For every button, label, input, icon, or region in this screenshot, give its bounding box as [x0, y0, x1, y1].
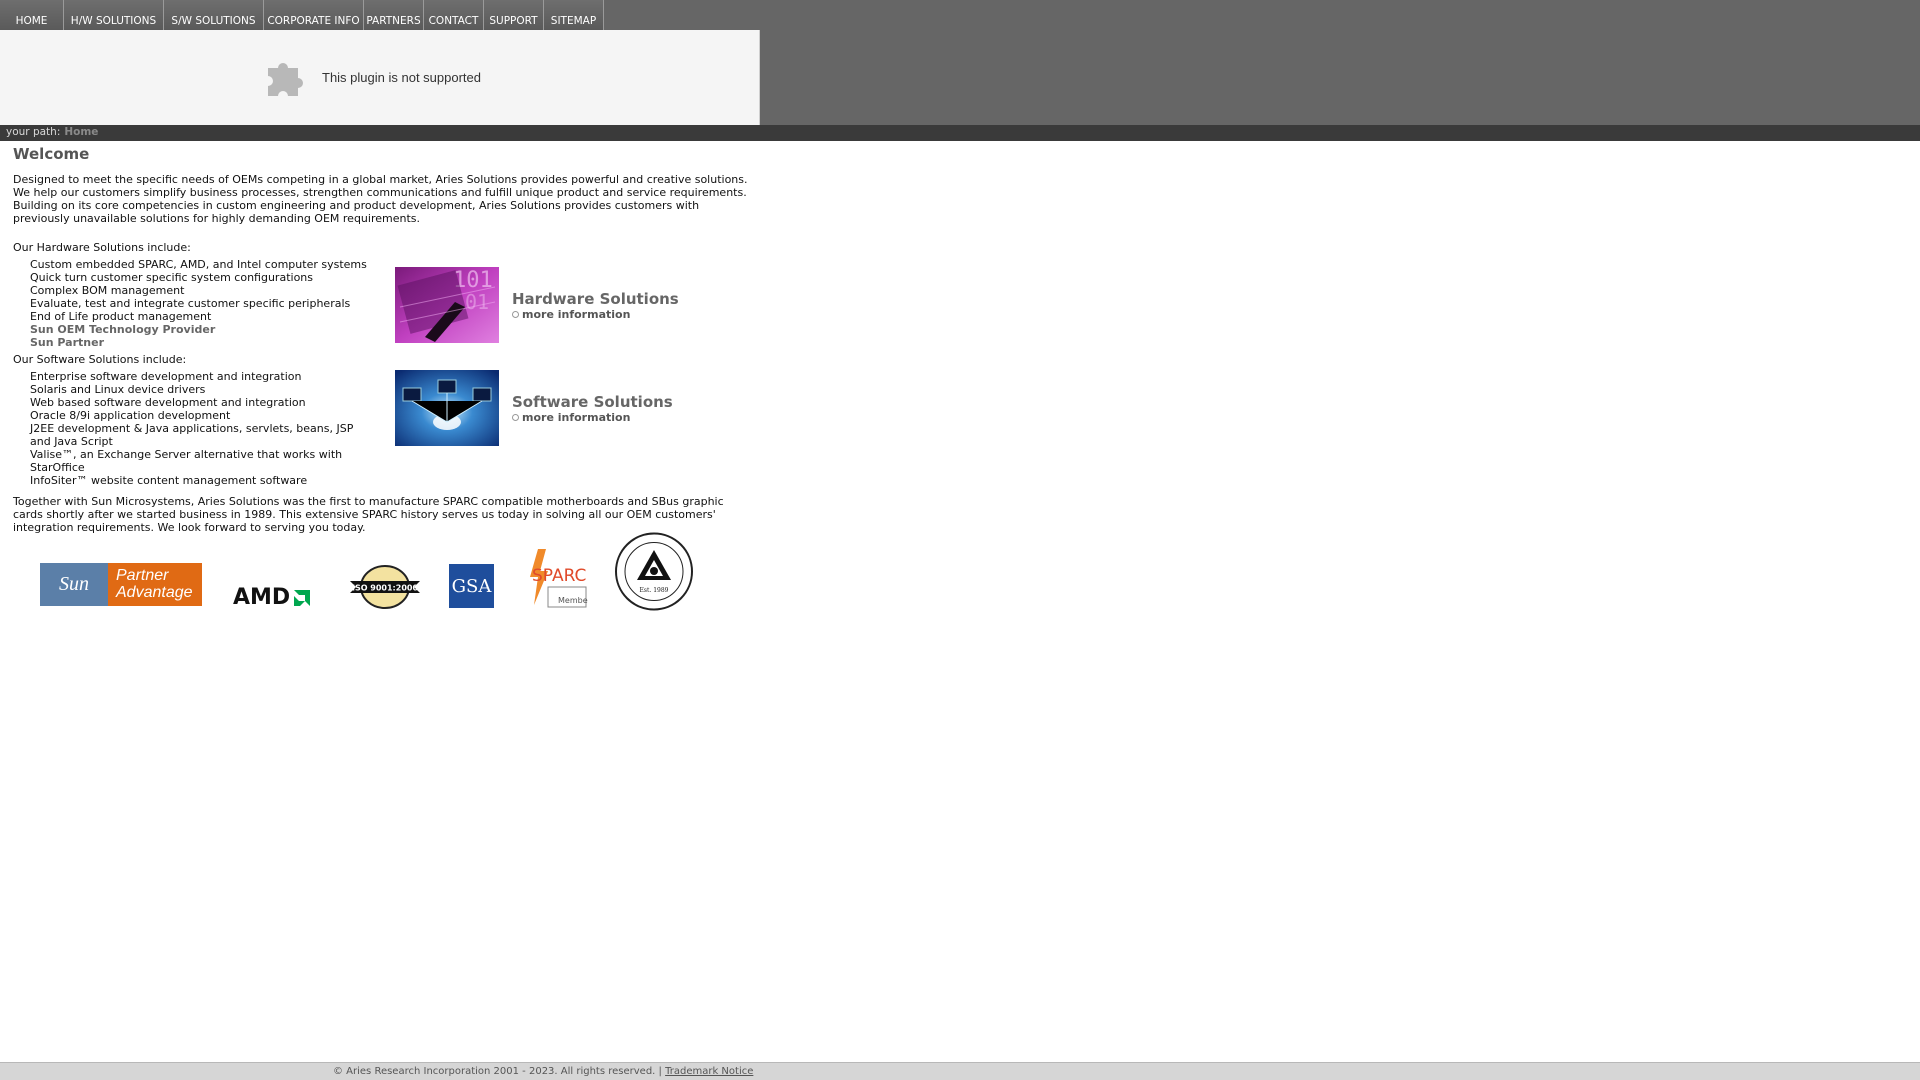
nav-home[interactable]: HOME	[0, 0, 64, 30]
main-content: Welcome Designed to meet the specific ne…	[13, 143, 758, 534]
sparc-member-text: Member	[558, 596, 588, 605]
plugin-message: This plugin is not supported	[322, 70, 481, 85]
list-item: End of Life product management	[30, 310, 212, 323]
seal-year-text: Est. 1989	[640, 587, 669, 594]
footer: © Aries Research Incorporation 2001 - 20…	[0, 1062, 1920, 1080]
software-list: Enterprise software development and inte…	[13, 370, 373, 487]
list-item: InfoSiter™ website content management so…	[30, 474, 308, 487]
sparc-member-logo[interactable]: SPARC Member	[524, 545, 588, 609]
top-banner: HOME H/W SOLUTIONS S/W SOLUTIONS CORPORA…	[0, 0, 1920, 125]
page-title: Welcome	[13, 145, 90, 163]
hardware-promo-title[interactable]: Hardware Solutions	[512, 290, 679, 308]
sun-logo-text-line: Advantage	[116, 584, 193, 601]
organization-seal-logo[interactable]: Est. 1989	[613, 532, 695, 611]
nav-contact[interactable]: CONTACT	[424, 0, 484, 30]
list-item: Evaluate, test and integrate customer sp…	[30, 297, 351, 310]
iso-logo-text: ISO 9001:2000	[352, 584, 418, 593]
sun-logo-text-line: Partner	[116, 567, 169, 584]
list-item: J2EE development & Java applications, se…	[30, 422, 354, 448]
puzzle-piece-icon	[268, 63, 303, 96]
hardware-heading: Our Hardware Solutions include:	[13, 241, 191, 254]
list-item: Valise™, an Exchange Server alternative …	[30, 448, 343, 474]
list-item: Web based software development and integ…	[30, 396, 306, 409]
iso-certification-logo[interactable]: ISO 9001:2000	[348, 564, 422, 610]
plugin-placeholder: This plugin is not supported	[0, 30, 760, 125]
breadcrumb-label: your path:	[6, 126, 61, 138]
list-item: Quick turn customer specific system conf…	[30, 271, 313, 284]
main-nav: HOME H/W SOLUTIONS S/W SOLUTIONS CORPORA…	[0, 0, 604, 30]
nav-sitemap[interactable]: SITEMAP	[544, 0, 604, 30]
closing-paragraph: Together with Sun Microsystems, Aries So…	[13, 495, 724, 534]
hardware-promo-image[interactable]: 101 01	[395, 267, 499, 343]
intro-paragraph: Designed to meet the specific needs of O…	[13, 173, 748, 225]
list-item-link[interactable]: Sun Partner	[30, 336, 373, 349]
amd-logo-text: AMD	[233, 585, 291, 610]
gsa-logo-text: GSA	[451, 575, 492, 597]
hardware-more-link[interactable]: more information	[512, 308, 630, 321]
copyright-text: © Aries Research Incorporation 2001 - 20…	[333, 1066, 662, 1077]
sun-logo-text: Partner Advantage	[108, 563, 202, 606]
hardware-list: Custom embedded SPARC, AMD, and Intel co…	[13, 258, 373, 349]
nav-partners[interactable]: PARTNERS	[364, 0, 424, 30]
breadcrumb-home-link[interactable]: Home	[64, 126, 98, 138]
amd-arrow-icon	[294, 589, 311, 606]
list-item: Custom embedded SPARC, AMD, and Intel co…	[30, 258, 367, 271]
circle-bullet-icon	[512, 414, 519, 421]
software-more-link[interactable]: more information	[512, 411, 630, 424]
more-link-label: more information	[522, 411, 631, 424]
nav-hw-solutions[interactable]: H/W SOLUTIONS	[64, 0, 164, 30]
software-heading: Our Software Solutions include:	[13, 353, 187, 366]
sparc-logo-text: SPARC	[532, 566, 586, 586]
list-item: Oracle 8/9i application development	[30, 409, 231, 422]
sun-logo-mark: Sun	[40, 563, 108, 606]
nav-support[interactable]: SUPPORT	[484, 0, 544, 30]
breadcrumb: your path: Home	[0, 125, 1920, 141]
software-promo-title[interactable]: Software Solutions	[512, 393, 673, 411]
list-item: Solaris and Linux device drivers	[30, 383, 206, 396]
trademark-notice-link[interactable]: Trademark Notice	[665, 1066, 753, 1077]
nav-sw-solutions[interactable]: S/W SOLUTIONS	[164, 0, 264, 30]
amd-logo[interactable]: AMD	[233, 585, 312, 610]
footer-content: © Aries Research Incorporation 2001 - 20…	[333, 1066, 753, 1077]
software-promo-image[interactable]	[395, 370, 499, 446]
software-promo: Software Solutions more information	[395, 370, 715, 446]
gsa-logo[interactable]: GSA	[449, 564, 494, 608]
list-item: Enterprise software development and inte…	[30, 370, 302, 383]
more-link-label: more information	[522, 308, 631, 321]
svg-text:01: 01	[465, 290, 489, 314]
sun-partner-advantage-logo[interactable]: Sun Partner Advantage	[40, 563, 202, 606]
circle-bullet-icon	[512, 311, 519, 318]
list-item-link[interactable]: Sun OEM Technology Provider	[30, 323, 373, 336]
hardware-promo: 101 01 Hardware Solutions more informati…	[395, 267, 715, 343]
nav-corporate-info[interactable]: CORPORATE INFO	[264, 0, 364, 30]
list-item: Complex BOM management	[30, 284, 185, 297]
